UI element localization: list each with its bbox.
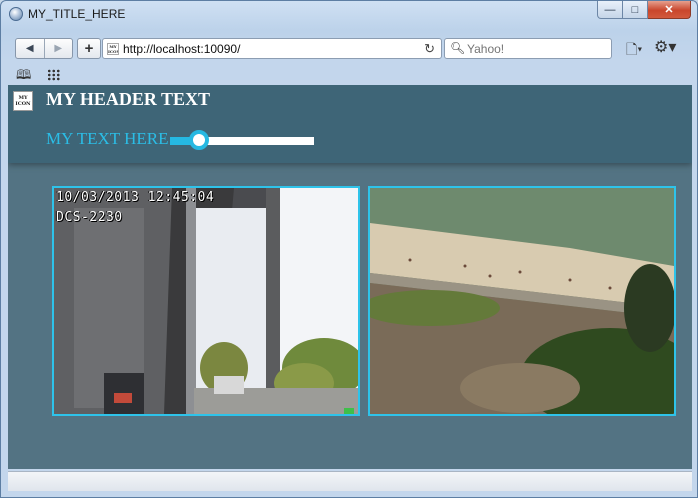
browser-window: MY_TITLE_HERE — □ ✕ ◀ ▶ + MY ICON http:/… <box>0 0 698 498</box>
slider-thumb[interactable] <box>189 130 209 150</box>
page-header-text: MY HEADER TEXT <box>46 89 211 109</box>
top-sites-grid-icon[interactable] <box>47 69 61 81</box>
url-text[interactable]: http://localhost:10090/ <box>123 42 240 56</box>
camera-timestamp: 10/03/2013 12:45:04 <box>56 190 215 205</box>
camera-feed-2[interactable] <box>368 186 676 416</box>
new-tab-button[interactable]: + <box>77 38 101 59</box>
page-header: MY ICON MY HEADER TEXT MY TEXT HERE <box>8 85 692 163</box>
my-text-label: MY TEXT HERE <box>46 129 169 148</box>
site-favicon-icon: MY ICON <box>107 43 119 55</box>
window-title: MY_TITLE_HERE <box>28 7 126 21</box>
reload-icon[interactable]: ↻ <box>424 41 435 57</box>
search-box[interactable]: 🔍︎ <box>444 38 612 59</box>
status-bar <box>8 471 692 491</box>
maximize-button[interactable]: □ <box>623 1 648 19</box>
title-bar[interactable]: MY_TITLE_HERE — □ ✕ <box>1 1 697 27</box>
close-button[interactable]: ✕ <box>648 1 691 19</box>
address-bar[interactable]: MY ICON http://localhost:10090/ ↻ <box>102 38 442 59</box>
minimize-button[interactable]: — <box>597 1 623 19</box>
browser-app-icon <box>9 7 23 21</box>
search-icon[interactable]: 🔍︎ <box>450 41 465 55</box>
gear-menu-icon[interactable]: ⚙▾ <box>654 37 676 57</box>
search-input[interactable] <box>467 41 607 56</box>
camera-name: DCS-2230 <box>56 210 123 225</box>
browser-toolbar: ◀ ▶ + MY ICON http://localhost:10090/ ↻ … <box>8 33 692 91</box>
back-button[interactable]: ◀ <box>16 39 44 58</box>
forward-button[interactable]: ▶ <box>43 39 73 58</box>
page-viewport: MY ICON MY HEADER TEXT MY TEXT HERE 10/0… <box>8 85 692 469</box>
nav-button-group: ◀ ▶ <box>15 38 73 59</box>
page-menu-icon[interactable]: 🗋▾ <box>626 39 642 63</box>
window-controls: — □ ✕ <box>597 1 691 19</box>
camera-feed-1[interactable]: 10/03/2013 12:45:04 DCS-2230 <box>52 186 360 416</box>
camera-2-image <box>370 188 674 414</box>
my-icon: MY ICON <box>13 91 33 111</box>
